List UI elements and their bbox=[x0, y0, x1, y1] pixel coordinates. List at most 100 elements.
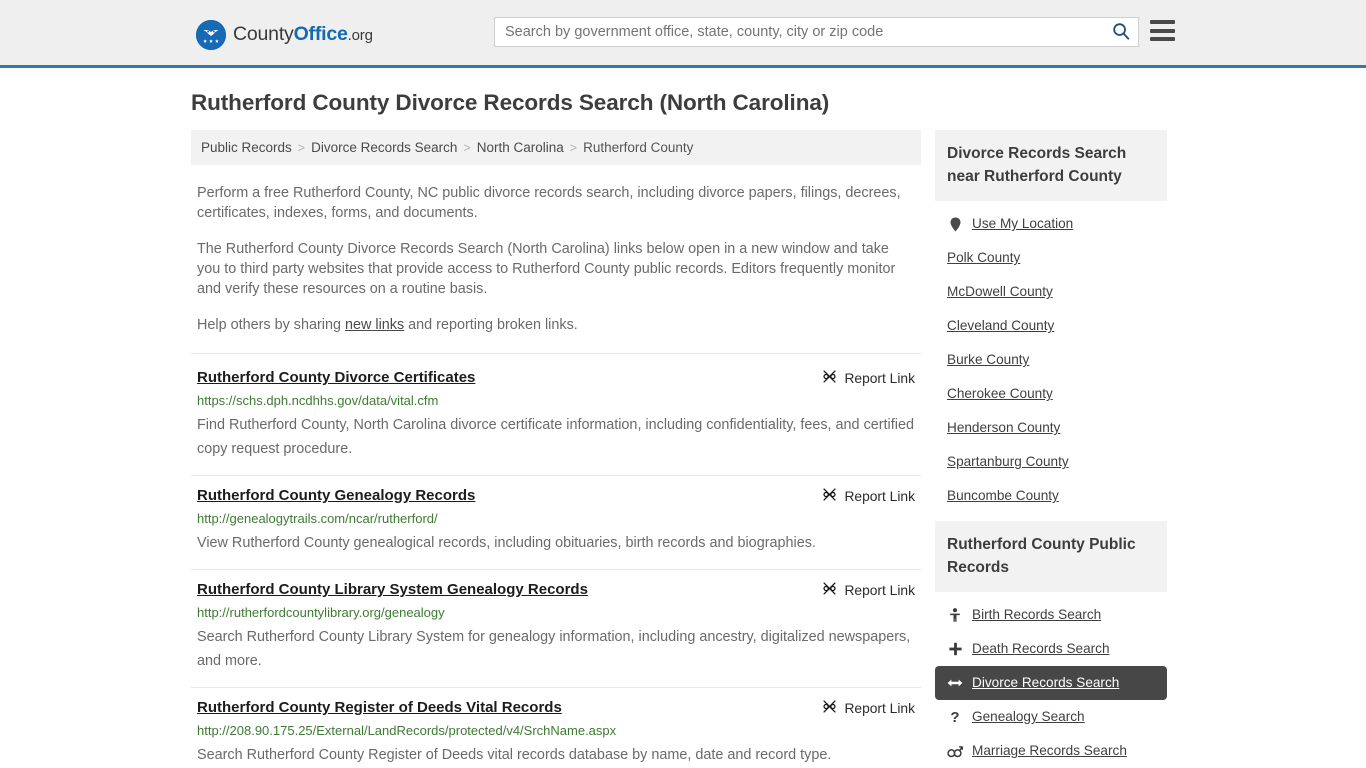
breadcrumb-separator: > bbox=[292, 141, 311, 155]
result-description: View Rutherford County genealogical reco… bbox=[197, 531, 915, 555]
breadcrumb: Public Records > Divorce Records Search … bbox=[191, 130, 921, 165]
result-url[interactable]: http://208.90.175.25/External/LandRecord… bbox=[197, 722, 915, 739]
breadcrumb-item-north-carolina[interactable]: North Carolina bbox=[477, 140, 564, 155]
content-container: Rutherford County Divorce Records Search… bbox=[191, 68, 1175, 768]
result-header: Rutherford County Genealogy Records bbox=[197, 486, 915, 505]
breadcrumb-separator: > bbox=[564, 141, 583, 155]
sidebar-item-spartanburg-county[interactable]: Spartanburg County bbox=[935, 445, 1167, 479]
search-input[interactable] bbox=[495, 18, 1104, 46]
sidebar-item-marriage-records-search[interactable]: Marriage Records Search bbox=[935, 734, 1167, 768]
hamburger-bar bbox=[1150, 29, 1175, 33]
male-female-icon bbox=[947, 745, 963, 758]
result-description: Search Rutherford County Library System … bbox=[197, 625, 915, 673]
sidebar-item-cherokee-county[interactable]: Cherokee County bbox=[935, 377, 1167, 411]
sidebar-link-label[interactable]: Burke County bbox=[947, 351, 1029, 369]
sidebar-link-label[interactable]: Genealogy Search bbox=[972, 708, 1085, 726]
sidebar-link-label[interactable]: Divorce Records Search bbox=[972, 674, 1119, 692]
content-columns: Public Records > Divorce Records Search … bbox=[191, 130, 1175, 768]
hamburger-bar bbox=[1150, 37, 1175, 41]
sidebar-link-label[interactable]: Cleveland County bbox=[947, 317, 1054, 335]
sidebar-item-death-records-search[interactable]: Death Records Search bbox=[935, 632, 1167, 666]
sidebar-public-records-list: Birth Records Search Death Records Searc… bbox=[935, 592, 1167, 768]
sidebar-item-polk-county[interactable]: Polk County bbox=[935, 241, 1167, 275]
broken-link-icon bbox=[822, 369, 837, 387]
sidebar-nearby-box: Divorce Records Search near Rutherford C… bbox=[935, 130, 1167, 513]
sidebar-item-birth-records-search[interactable]: Birth Records Search bbox=[935, 598, 1167, 632]
results-list: Rutherford County Divorce Certificates bbox=[191, 353, 921, 768]
sidebar-item-cleveland-county[interactable]: Cleveland County bbox=[935, 309, 1167, 343]
sidebar-link-label[interactable]: Cherokee County bbox=[947, 385, 1053, 403]
breadcrumb-item-divorce-records-search[interactable]: Divorce Records Search bbox=[311, 140, 457, 155]
search-button[interactable] bbox=[1104, 18, 1138, 46]
sidebar-link-label[interactable]: Death Records Search bbox=[972, 640, 1110, 658]
intro-paragraph-3: Help others by sharing new links and rep… bbox=[191, 315, 921, 335]
sidebar-public-records-heading: Rutherford County Public Records bbox=[935, 521, 1167, 592]
sidebar-item-genealogy-search[interactable]: ? Genealogy Search bbox=[935, 700, 1167, 734]
sidebar-link-label[interactable]: Henderson County bbox=[947, 419, 1060, 437]
report-link-button[interactable]: Report Link bbox=[822, 486, 915, 505]
report-link-button[interactable]: Report Link bbox=[822, 368, 915, 387]
result-description: Search Rutherford County Register of Dee… bbox=[197, 743, 915, 767]
intro-p3-before: Help others by sharing bbox=[197, 317, 345, 333]
intro-p3-after: and reporting broken links. bbox=[404, 317, 578, 333]
sidebar-item-use-my-location[interactable]: Use My Location bbox=[935, 207, 1167, 241]
sidebar-item-burke-county[interactable]: Burke County bbox=[935, 343, 1167, 377]
report-link-label: Report Link bbox=[844, 371, 915, 386]
page-title: Rutherford County Divorce Records Search… bbox=[191, 68, 1175, 116]
sidebar-item-henderson-county[interactable]: Henderson County bbox=[935, 411, 1167, 445]
sidebar-item-divorce-records-search[interactable]: Divorce Records Search bbox=[935, 666, 1167, 700]
hamburger-bar bbox=[1150, 20, 1175, 24]
sidebar-item-mcdowell-county[interactable]: McDowell County bbox=[935, 275, 1167, 309]
sidebar-link-label[interactable]: McDowell County bbox=[947, 283, 1053, 301]
result-item: Rutherford County Library System Genealo… bbox=[191, 570, 921, 688]
result-item: Rutherford County Genealogy Records bbox=[191, 476, 921, 570]
sidebar-public-records-box: Rutherford County Public Records Birth R… bbox=[935, 521, 1167, 768]
brand-part-office: Office bbox=[294, 23, 348, 45]
sidebar-link-label[interactable]: Buncombe County bbox=[947, 487, 1059, 505]
report-link-label: Report Link bbox=[844, 701, 915, 716]
breadcrumb-separator: > bbox=[457, 141, 476, 155]
sidebar-item-buncombe-county[interactable]: Buncombe County bbox=[935, 479, 1167, 513]
main-column: Public Records > Divorce Records Search … bbox=[191, 130, 921, 768]
report-link-button[interactable]: Report Link bbox=[822, 698, 915, 717]
hamburger-menu-icon[interactable] bbox=[1150, 20, 1175, 41]
report-link-label: Report Link bbox=[844, 583, 915, 598]
left-right-arrow-icon bbox=[947, 677, 963, 689]
result-description: Find Rutherford County, North Carolina d… bbox=[197, 413, 915, 461]
result-header: Rutherford County Divorce Certificates bbox=[197, 368, 915, 387]
cross-icon bbox=[947, 642, 963, 656]
result-url[interactable]: http://rutherfordcountylibrary.org/genea… bbox=[197, 604, 915, 621]
report-link-button[interactable]: Report Link bbox=[822, 580, 915, 599]
sidebar-link-label[interactable]: Marriage Records Search bbox=[972, 742, 1127, 760]
site-logo[interactable]: CountyOffice.org bbox=[196, 20, 373, 50]
intro-text: Perform a free Rutherford County, NC pub… bbox=[191, 183, 921, 335]
sidebar-link-label[interactable]: Use My Location bbox=[972, 215, 1073, 233]
site-logo-text: CountyOffice.org bbox=[233, 25, 373, 45]
broken-link-icon bbox=[822, 581, 837, 599]
result-url[interactable]: http://genealogytrails.com/ncar/rutherfo… bbox=[197, 510, 915, 527]
sidebar-link-label[interactable]: Birth Records Search bbox=[972, 606, 1101, 624]
eagle-shield-logo-icon bbox=[196, 20, 226, 50]
new-links-link[interactable]: new links bbox=[345, 317, 404, 333]
sidebar-link-label[interactable]: Spartanburg County bbox=[947, 453, 1069, 471]
search-icon bbox=[1112, 22, 1130, 43]
search-bar bbox=[494, 17, 1139, 47]
result-header: Rutherford County Library System Genealo… bbox=[197, 580, 915, 599]
result-url[interactable]: https://schs.dph.ncdhhs.gov/data/vital.c… bbox=[197, 392, 915, 409]
intro-paragraph-2: The Rutherford County Divorce Records Se… bbox=[191, 239, 921, 299]
result-title-link[interactable]: Rutherford County Register of Deeds Vita… bbox=[197, 698, 562, 717]
result-title-link[interactable]: Rutherford County Library System Genealo… bbox=[197, 580, 588, 599]
broken-link-icon bbox=[822, 487, 837, 505]
result-header: Rutherford County Register of Deeds Vita… bbox=[197, 698, 915, 717]
result-item: Rutherford County Register of Deeds Vita… bbox=[191, 688, 921, 768]
report-link-label: Report Link bbox=[844, 489, 915, 504]
result-title-link[interactable]: Rutherford County Divorce Certificates bbox=[197, 368, 475, 387]
broken-link-icon bbox=[822, 699, 837, 717]
breadcrumb-item-public-records[interactable]: Public Records bbox=[201, 140, 292, 155]
sidebar: Divorce Records Search near Rutherford C… bbox=[935, 130, 1167, 768]
sidebar-nearby-heading: Divorce Records Search near Rutherford C… bbox=[935, 130, 1167, 201]
result-item: Rutherford County Divorce Certificates bbox=[191, 353, 921, 476]
sidebar-link-label[interactable]: Polk County bbox=[947, 249, 1020, 267]
intro-paragraph-1: Perform a free Rutherford County, NC pub… bbox=[191, 183, 921, 223]
result-title-link[interactable]: Rutherford County Genealogy Records bbox=[197, 486, 475, 505]
